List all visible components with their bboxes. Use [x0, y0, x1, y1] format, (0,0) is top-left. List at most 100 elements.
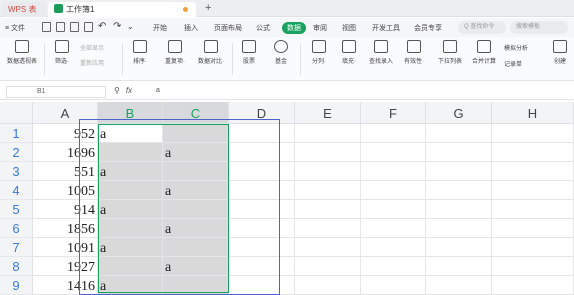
quick-access-dropdown-icon[interactable]: ⌄ — [127, 22, 134, 31]
cell-g9[interactable] — [426, 276, 492, 295]
zoom-icon[interactable]: ⚲ — [114, 86, 120, 95]
cell-d8[interactable] — [229, 257, 295, 276]
cell-e8[interactable] — [295, 257, 361, 276]
column-header-d[interactable]: D — [229, 102, 295, 124]
column-header-f[interactable]: F — [361, 102, 426, 124]
cell-e5[interactable] — [295, 200, 361, 219]
cell-h1[interactable] — [492, 124, 574, 143]
tab-review[interactable]: 审阅 — [313, 23, 327, 33]
save-icon[interactable] — [42, 22, 51, 32]
cell-h3[interactable] — [492, 162, 574, 181]
sort-button[interactable]: 排序· — [128, 40, 152, 65]
cell-h5[interactable] — [492, 200, 574, 219]
fund-button[interactable]: 基金 — [270, 40, 292, 65]
cell-f6[interactable] — [361, 219, 426, 238]
tab-member[interactable]: 会员专享 — [414, 23, 442, 33]
cell-b7[interactable]: a — [98, 238, 163, 257]
simulation-analysis-button[interactable]: 模拟分析 — [504, 43, 528, 52]
cell-b6[interactable] — [98, 219, 163, 238]
row-header[interactable]: 3 — [0, 162, 33, 181]
column-header-c[interactable]: C — [163, 102, 229, 124]
cell-g8[interactable] — [426, 257, 492, 276]
cell-c2[interactable]: a — [163, 143, 229, 162]
cell-a6[interactable]: 1856 — [33, 219, 98, 238]
cell-g4[interactable] — [426, 181, 492, 200]
stock-button[interactable]: 股票 — [238, 40, 260, 65]
row-header[interactable]: 6 — [0, 219, 33, 238]
cell-d4[interactable] — [229, 181, 295, 200]
cell-c9[interactable] — [163, 276, 229, 295]
cell-b9[interactable]: a — [98, 276, 163, 295]
consolidate-button[interactable]: 合并计算 — [468, 40, 500, 65]
cell-a4[interactable]: 1005 — [33, 181, 98, 200]
cell-b2[interactable] — [98, 143, 163, 162]
row-header[interactable]: 9 — [0, 276, 33, 295]
cell-e3[interactable] — [295, 162, 361, 181]
new-tab-button[interactable]: + — [199, 1, 213, 16]
column-header-a[interactable]: A — [33, 102, 98, 124]
save-as-icon[interactable] — [56, 22, 65, 32]
cell-h9[interactable] — [492, 276, 574, 295]
undo-icon[interactable]: ↶ — [98, 21, 106, 32]
cell-e6[interactable] — [295, 219, 361, 238]
insert-function-button[interactable]: fx — [126, 86, 132, 95]
column-header-g[interactable]: G — [426, 102, 492, 124]
column-header-h[interactable]: H — [492, 102, 574, 124]
dropdown-list-button[interactable]: 下拉列表 — [434, 40, 466, 65]
cell-d2[interactable] — [229, 143, 295, 162]
cell-a5[interactable]: 914 — [33, 200, 98, 219]
row-header[interactable]: 4 — [0, 181, 33, 200]
show-all-button[interactable]: 全部显示 — [80, 43, 104, 52]
cell-a7[interactable]: 1091 — [33, 238, 98, 257]
tab-formulas[interactable]: 公式 — [256, 23, 270, 33]
cell-b4[interactable] — [98, 181, 163, 200]
cell-f7[interactable] — [361, 238, 426, 257]
data-compare-button[interactable]: 数据对比· — [194, 40, 228, 65]
tab-developer[interactable]: 开发工具 — [372, 23, 400, 33]
cell-a9[interactable]: 1416 — [33, 276, 98, 295]
cell-g6[interactable] — [426, 219, 492, 238]
cell-f4[interactable] — [361, 181, 426, 200]
tab-view[interactable]: 视图 — [342, 23, 356, 33]
cell-b5[interactable]: a — [98, 200, 163, 219]
cell-b8[interactable] — [98, 257, 163, 276]
cell-g1[interactable] — [426, 124, 492, 143]
tab-insert[interactable]: 插入 — [184, 23, 198, 33]
cell-f9[interactable] — [361, 276, 426, 295]
cell-h8[interactable] — [492, 257, 574, 276]
print-icon[interactable] — [70, 22, 79, 32]
cell-f1[interactable] — [361, 124, 426, 143]
document-tab[interactable]: 工作簿1 — [48, 2, 196, 17]
cell-e1[interactable] — [295, 124, 361, 143]
row-header[interactable]: 8 — [0, 257, 33, 276]
tab-page-layout[interactable]: 页面布局 — [214, 23, 242, 33]
cell-e7[interactable] — [295, 238, 361, 257]
row-header[interactable]: 7 — [0, 238, 33, 257]
cell-c3[interactable] — [163, 162, 229, 181]
record-form-button[interactable]: 记录单 — [504, 59, 522, 68]
cell-c4[interactable]: a — [163, 181, 229, 200]
cell-g3[interactable] — [426, 162, 492, 181]
cell-e9[interactable] — [295, 276, 361, 295]
duplicates-button[interactable]: 重复项· — [160, 40, 190, 65]
cell-d6[interactable] — [229, 219, 295, 238]
cell-c1[interactable] — [163, 124, 229, 143]
cell-c8[interactable]: a — [163, 257, 229, 276]
cell-g2[interactable] — [426, 143, 492, 162]
cell-f3[interactable] — [361, 162, 426, 181]
row-header[interactable]: 1 — [0, 124, 33, 143]
cell-d3[interactable] — [229, 162, 295, 181]
template-search-input[interactable]: 搜索模板 — [510, 21, 568, 34]
cell-a8[interactable]: 1927 — [33, 257, 98, 276]
cell-d5[interactable] — [229, 200, 295, 219]
redo-icon[interactable]: ↷ — [113, 21, 121, 32]
cell-d7[interactable] — [229, 238, 295, 257]
cell-f5[interactable] — [361, 200, 426, 219]
tab-home[interactable]: 开始 — [153, 23, 167, 33]
select-all-corner[interactable] — [0, 102, 33, 124]
cell-b1[interactable]: a — [98, 124, 163, 143]
reapply-button[interactable]: 重新应用 — [80, 58, 104, 67]
fill-button[interactable]: 填充· — [336, 40, 362, 65]
row-header[interactable]: 5 — [0, 200, 33, 219]
print-preview-icon[interactable] — [84, 22, 93, 32]
